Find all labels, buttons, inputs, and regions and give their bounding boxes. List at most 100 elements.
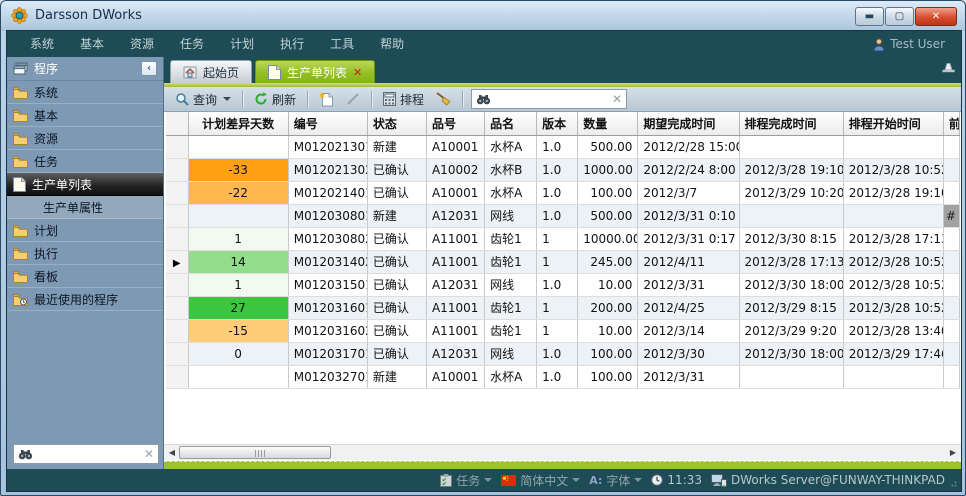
sidebar-item[interactable]: 基本: [7, 104, 163, 127]
cell-item_no[interactable]: A11001: [426, 319, 484, 342]
row-selector-cell[interactable]: [166, 135, 188, 158]
cell-sched_start[interactable]: 2012/3/28 10:52: [843, 250, 943, 273]
cell-version[interactable]: 1.0: [537, 342, 578, 365]
row-selector-cell[interactable]: ▶: [166, 250, 188, 273]
cell-code[interactable]: M012031402: [288, 250, 367, 273]
cell-item_name[interactable]: 齿轮1: [485, 296, 537, 319]
table-row[interactable]: M012030801新建A12031网线1.0500.002012/3/31 0…: [166, 204, 960, 227]
menu-item[interactable]: 计划: [217, 31, 267, 57]
cell-item_name[interactable]: 水杯A: [485, 365, 537, 388]
cell-item_no[interactable]: A11001: [426, 250, 484, 273]
cell-extra[interactable]: [943, 342, 959, 365]
sidebar-item[interactable]: 任务: [7, 150, 163, 173]
column-header[interactable]: 期望完成时间: [638, 112, 739, 135]
cell-diff[interactable]: 0: [188, 342, 288, 365]
menu-item[interactable]: 帮助: [367, 31, 417, 57]
cell-version[interactable]: 1.0: [537, 181, 578, 204]
query-dropdown-caret-icon[interactable]: [223, 97, 231, 101]
row-selector-cell[interactable]: [166, 319, 188, 342]
toolbar-search-input[interactable]: [495, 92, 608, 107]
cell-due[interactable]: 2012/2/28 15:00: [638, 135, 739, 158]
cell-code[interactable]: M012030801: [288, 204, 367, 227]
cell-code[interactable]: M012031701: [288, 342, 367, 365]
sidebar-item[interactable]: 最近使用的程序: [7, 288, 163, 311]
cell-sched_end[interactable]: 2012/3/29 10:20: [739, 181, 843, 204]
cell-diff[interactable]: 1: [188, 273, 288, 296]
cell-item_no[interactable]: A10002: [426, 158, 484, 181]
cell-sched_start[interactable]: 2012/3/28 10:52: [843, 158, 943, 181]
minimize-button[interactable]: ▬: [855, 7, 884, 26]
cell-diff[interactable]: 1: [188, 227, 288, 250]
menu-item[interactable]: 系统: [17, 31, 67, 57]
cell-version[interactable]: 1: [537, 227, 578, 250]
cell-status[interactable]: 已确认: [367, 273, 426, 296]
cell-sched_end[interactable]: [739, 365, 843, 388]
cell-sched_start[interactable]: 2012/3/28 10:52: [843, 296, 943, 319]
cell-status[interactable]: 已确认: [367, 250, 426, 273]
cell-status[interactable]: 已确认: [367, 158, 426, 181]
close-button[interactable]: ✕: [915, 7, 957, 26]
cell-diff[interactable]: -33: [188, 158, 288, 181]
cell-sched_end[interactable]: 2012/3/28 19:10: [739, 158, 843, 181]
cell-due[interactable]: 2012/4/11: [638, 250, 739, 273]
cell-code[interactable]: M012030802: [288, 227, 367, 250]
cell-diff[interactable]: [188, 135, 288, 158]
cell-qty[interactable]: 10000.00: [578, 227, 638, 250]
menu-item[interactable]: 执行: [267, 31, 317, 57]
cell-extra[interactable]: [943, 158, 959, 181]
column-header[interactable]: 状态: [367, 112, 426, 135]
cell-sched_start[interactable]: 2012/3/29 17:46: [843, 342, 943, 365]
table-row[interactable]: -33M012021302已确认A10002水杯B1.01000.002012/…: [166, 158, 960, 181]
tab-production-order-list[interactable]: 生产单列表 ✕: [255, 60, 375, 83]
sidebar-item[interactable]: 系统: [7, 81, 163, 104]
cell-qty[interactable]: 100.00: [578, 365, 638, 388]
cell-code[interactable]: M012021301: [288, 135, 367, 158]
cell-item_no[interactable]: A12031: [426, 273, 484, 296]
cell-due[interactable]: 2012/3/31: [638, 365, 739, 388]
cell-item_name[interactable]: 网线: [485, 204, 537, 227]
cell-diff[interactable]: -22: [188, 181, 288, 204]
query-button[interactable]: 查询: [172, 89, 234, 110]
cell-item_no[interactable]: A11001: [426, 296, 484, 319]
cell-version[interactable]: 1: [537, 319, 578, 342]
new-document-button[interactable]: [316, 90, 337, 109]
status-language-dropdown[interactable]: 简体中文: [501, 472, 580, 489]
menu-item[interactable]: 工具: [317, 31, 367, 57]
tab-close-icon[interactable]: ✕: [353, 66, 362, 79]
cell-version[interactable]: 1.0: [537, 135, 578, 158]
menu-item[interactable]: 任务: [167, 31, 217, 57]
cell-diff[interactable]: 27: [188, 296, 288, 319]
cell-code[interactable]: M012031601: [288, 296, 367, 319]
cell-item_no[interactable]: A10001: [426, 365, 484, 388]
cell-extra[interactable]: [943, 135, 959, 158]
sidebar-item[interactable]: 资源: [7, 127, 163, 150]
sidebar-collapse-button[interactable]: ‹: [141, 61, 157, 76]
cell-extra[interactable]: [943, 365, 959, 388]
cell-sched_end[interactable]: [739, 204, 843, 227]
cell-version[interactable]: 1.0: [537, 273, 578, 296]
cell-item_name[interactable]: 齿轮1: [485, 227, 537, 250]
toolbar-search-clear-icon[interactable]: ✕: [612, 93, 622, 105]
row-selector-cell[interactable]: [166, 342, 188, 365]
table-row[interactable]: 1M012030802已确认A11001齿轮1110000.002012/3/3…: [166, 227, 960, 250]
cell-qty[interactable]: 500.00: [578, 135, 638, 158]
cell-status[interactable]: 已确认: [367, 319, 426, 342]
cell-version[interactable]: 1.0: [537, 204, 578, 227]
cell-extra[interactable]: [943, 250, 959, 273]
cell-extra[interactable]: [943, 273, 959, 296]
table-row[interactable]: 27M012031601已确认A11001齿轮11200.002012/4/25…: [166, 296, 960, 319]
cell-sched_start[interactable]: 2012/3/28 19:10: [843, 181, 943, 204]
table-row[interactable]: M012021301新建A10001水杯A1.0500.002012/2/28 …: [166, 135, 960, 158]
sidebar-item[interactable]: 执行: [7, 242, 163, 265]
scrollbar-thumb[interactable]: [179, 446, 331, 459]
cell-qty[interactable]: 1000.00: [578, 158, 638, 181]
sidebar-item[interactable]: 看板: [7, 265, 163, 288]
cell-due[interactable]: 2012/3/30: [638, 342, 739, 365]
sidebar-search-clear-icon[interactable]: ✕: [144, 448, 154, 460]
row-selector-cell[interactable]: [166, 158, 188, 181]
column-header[interactable]: 前: [943, 112, 959, 135]
column-header[interactable]: 编号: [288, 112, 367, 135]
cell-code[interactable]: M012021401: [288, 181, 367, 204]
cell-item_name[interactable]: 水杯A: [485, 135, 537, 158]
clean-button[interactable]: [433, 90, 454, 108]
